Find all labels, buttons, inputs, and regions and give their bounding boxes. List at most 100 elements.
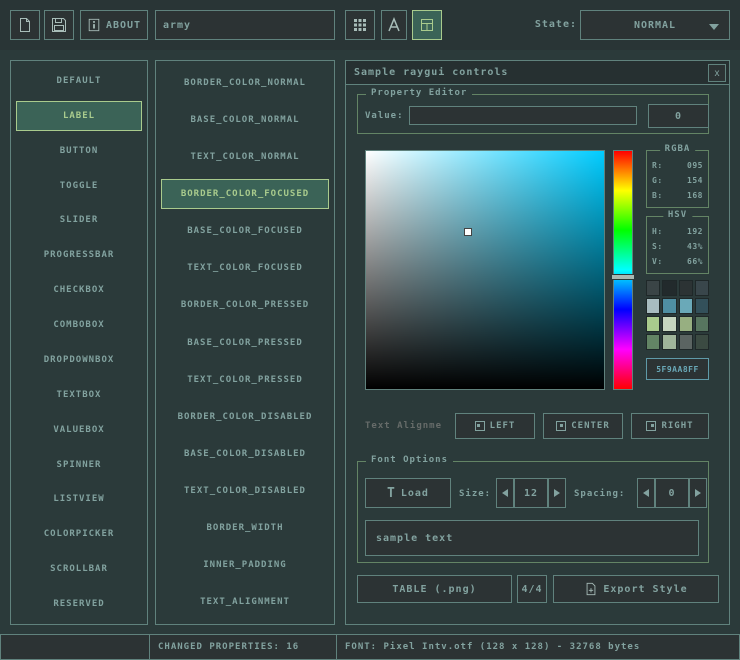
load-font-button[interactable]: T Load — [365, 478, 451, 508]
list-item-border-color-disabled[interactable]: BORDER_COLOR_DISABLED — [161, 402, 329, 432]
list-item-button[interactable]: BUTTON — [16, 136, 142, 166]
align-left-button[interactable]: LEFT — [455, 413, 535, 439]
color-swatch[interactable] — [679, 334, 693, 350]
grid-view-button[interactable] — [345, 10, 375, 40]
size-decrease-button[interactable] — [496, 478, 514, 508]
list-item-dropdownbox[interactable]: DROPDOWNBOX — [16, 345, 142, 375]
hue-slider-handle[interactable] — [611, 274, 635, 280]
v-label: V: — [652, 257, 663, 266]
style-name-input[interactable] — [155, 10, 335, 40]
list-item-base-color-pressed[interactable]: BASE_COLOR_PRESSED — [161, 328, 329, 358]
saturation-value-picker[interactable] — [365, 150, 605, 390]
size-increase-button[interactable] — [548, 478, 566, 508]
list-item-border-color-normal[interactable]: BORDER_COLOR_NORMAL — [161, 68, 329, 98]
list-item-scrollbar[interactable]: SCROLLBAR — [16, 554, 142, 584]
r-label: R: — [652, 161, 663, 170]
color-swatch[interactable] — [662, 280, 676, 296]
hsv-group-label: HSV — [663, 210, 692, 220]
property-value-input[interactable] — [409, 106, 637, 125]
property-side-button[interactable]: 0 — [648, 104, 709, 128]
close-icon[interactable]: x — [708, 64, 726, 82]
value-label: Value: — [365, 111, 404, 121]
new-style-button[interactable] — [10, 10, 40, 40]
list-item-combobox[interactable]: COMBOBOX — [16, 310, 142, 340]
controls-list: DEFAULT LABEL BUTTON TOGGLE SLIDER PROGRESSBA… — [11, 61, 147, 624]
save-icon — [51, 17, 67, 33]
list-item-text-color-normal[interactable]: TEXT_COLOR_NORMAL — [161, 142, 329, 172]
list-item-text-color-focused[interactable]: TEXT_COLOR_FOCUSED — [161, 253, 329, 283]
list-item-base-color-disabled[interactable]: BASE_COLOR_DISABLED — [161, 439, 329, 469]
save-style-button[interactable] — [44, 10, 74, 40]
list-item-border-color-pressed[interactable]: BORDER_COLOR_PRESSED — [161, 290, 329, 320]
color-swatch[interactable] — [679, 316, 693, 332]
align-right-icon — [646, 421, 656, 431]
table-view-button[interactable] — [412, 10, 442, 40]
list-item-text-color-disabled[interactable]: TEXT_COLOR_DISABLED — [161, 476, 329, 506]
list-item-slider[interactable]: SLIDER — [16, 205, 142, 235]
style-color-swatches — [646, 280, 709, 350]
spacing-value: 0 — [668, 488, 675, 499]
hsv-h-row: H: 192 — [652, 227, 703, 236]
color-picker-cursor[interactable] — [464, 228, 472, 236]
color-swatch[interactable] — [646, 334, 660, 350]
list-item-progressbar[interactable]: PROGRESSBAR — [16, 240, 142, 270]
color-swatch[interactable] — [695, 280, 709, 296]
list-item-text-alignment[interactable]: TEXT_ALIGNMENT — [161, 587, 329, 617]
color-swatch[interactable] — [695, 298, 709, 314]
color-swatch[interactable] — [662, 316, 676, 332]
color-swatch[interactable] — [679, 280, 693, 296]
list-item-base-color-normal[interactable]: BASE_COLOR_NORMAL — [161, 105, 329, 135]
spacing-decrease-button[interactable] — [637, 478, 655, 508]
size-value-box[interactable]: 12 — [514, 478, 548, 508]
list-item-border-width[interactable]: BORDER_WIDTH — [161, 513, 329, 543]
export-style-button[interactable]: Export Style — [553, 575, 719, 603]
list-item-spinner[interactable]: SPINNER — [16, 450, 142, 480]
list-item-label[interactable]: LABEL — [16, 101, 142, 131]
hue-slider[interactable] — [613, 150, 633, 390]
controls-list-panel: DEFAULT LABEL BUTTON TOGGLE SLIDER PROGRESSBA… — [10, 60, 148, 625]
export-table-button[interactable]: TABLE (.png) — [357, 575, 512, 603]
spacing-increase-button[interactable] — [689, 478, 707, 508]
color-swatch[interactable] — [695, 316, 709, 332]
arrow-right-icon — [695, 489, 701, 497]
list-item-listview[interactable]: LISTVIEW — [16, 484, 142, 514]
list-item-base-color-focused[interactable]: BASE_COLOR_FOCUSED — [161, 216, 329, 246]
about-button[interactable]: ABOUT — [80, 10, 148, 40]
color-swatch[interactable] — [662, 298, 676, 314]
list-item-textbox[interactable]: TEXTBOX — [16, 380, 142, 410]
s-label: S: — [652, 242, 663, 251]
state-dropdown[interactable]: NORMAL — [580, 10, 730, 40]
color-swatch[interactable] — [646, 280, 660, 296]
hsv-v-row: V: 66% — [652, 257, 703, 266]
align-right-button[interactable]: RIGHT — [631, 413, 709, 439]
g-label: G: — [652, 176, 663, 185]
list-item-colorpicker[interactable]: COLORPICKER — [16, 519, 142, 549]
status-bar: CHANGED PROPERTIES: 16 FONT: Pixel Intv.… — [0, 634, 740, 660]
arrow-left-icon — [643, 489, 649, 497]
hex-color-value[interactable]: 5F9AA8FF — [646, 358, 709, 380]
info-icon — [87, 18, 101, 32]
sample-text-box[interactable]: sample text — [365, 520, 699, 556]
color-swatch[interactable] — [646, 316, 660, 332]
list-item-valuebox[interactable]: VALUEBOX — [16, 415, 142, 445]
g-value: 154 — [687, 176, 703, 185]
list-item-reserved[interactable]: RESERVED — [16, 589, 142, 619]
list-item-inner-padding[interactable]: INNER_PADDING — [161, 550, 329, 580]
color-swatch[interactable] — [646, 298, 660, 314]
rgba-b-row: B: 168 — [652, 191, 703, 200]
state-dropdown-value: NORMAL — [634, 20, 676, 31]
spacing-value-box[interactable]: 0 — [655, 478, 689, 508]
list-item-checkbox[interactable]: CHECKBOX — [16, 275, 142, 305]
color-swatch[interactable] — [662, 334, 676, 350]
align-center-button[interactable]: CENTER — [543, 413, 623, 439]
color-swatch[interactable] — [679, 298, 693, 314]
color-swatch[interactable] — [695, 334, 709, 350]
font-view-button[interactable] — [381, 10, 407, 40]
list-item-text-color-pressed[interactable]: TEXT_COLOR_PRESSED — [161, 365, 329, 395]
list-item-toggle[interactable]: TOGGLE — [16, 171, 142, 201]
pages-value-box[interactable]: 4/4 — [517, 575, 547, 603]
list-item-default[interactable]: DEFAULT — [16, 66, 142, 96]
list-item-border-color-focused[interactable]: BORDER_COLOR_FOCUSED — [161, 179, 329, 209]
h-value: 192 — [687, 227, 703, 236]
r-value: 095 — [687, 161, 703, 170]
